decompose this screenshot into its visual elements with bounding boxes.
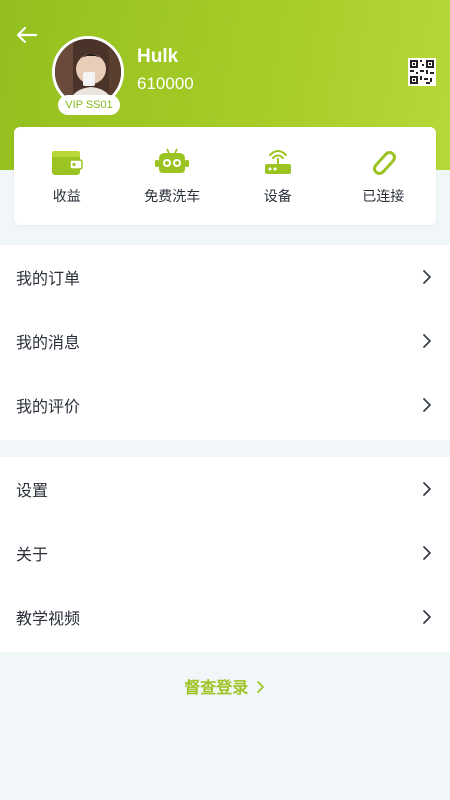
menu-item-tutorial-videos[interactable]: 教学视频: [0, 585, 450, 649]
user-id: 610000: [137, 74, 194, 93]
chevron-right-icon: [423, 270, 431, 284]
menu-item-my-messages[interactable]: 我的消息: [0, 309, 450, 373]
quick-action-label: 免费洗车: [144, 189, 201, 205]
menu-item-my-reviews[interactable]: 我的评价: [0, 373, 450, 437]
quick-action-label: 设备: [263, 189, 292, 205]
menu-group-general: 设置 关于 教学视频: [0, 457, 450, 652]
robot-car-wash-icon: [155, 148, 190, 173]
quick-action-connected[interactable]: 已连接: [331, 127, 437, 225]
menu-item-label: 我的消息: [16, 333, 81, 352]
chevron-right-icon: [423, 334, 431, 348]
chevron-right-icon: [423, 482, 431, 496]
chevron-right-icon: [256, 681, 264, 693]
back-arrow-icon[interactable]: [12, 20, 42, 50]
wallet-icon: [51, 151, 83, 175]
menu-item-settings[interactable]: 设置: [0, 457, 450, 521]
menu-item-label: 教学视频: [16, 609, 81, 628]
menu-item-label: 关于: [16, 545, 49, 564]
quick-action-label: 收益: [52, 189, 81, 205]
quick-actions-card: 收益 免费洗车 设备 已连接: [14, 127, 436, 225]
menu-item-label: 我的评价: [16, 397, 81, 416]
chevron-right-icon: [423, 546, 431, 560]
chevron-right-icon: [423, 610, 431, 624]
quick-action-free-wash[interactable]: 免费洗车: [120, 127, 226, 225]
inspector-login-label: 督查登录: [184, 678, 249, 697]
chevron-right-icon: [423, 398, 431, 412]
menu-item-label: 设置: [16, 481, 49, 500]
qr-code-icon[interactable]: [408, 58, 436, 86]
menu-item-my-orders[interactable]: 我的订单: [0, 245, 450, 309]
username: Hulk: [137, 46, 179, 67]
vip-badge: VIP SS01: [58, 95, 120, 115]
menu-item-about[interactable]: 关于: [0, 521, 450, 585]
quick-action-earnings[interactable]: 收益: [14, 127, 120, 225]
menu-group-account: 我的订单 我的消息 我的评价: [0, 245, 450, 440]
menu-item-label: 我的订单: [16, 269, 81, 288]
inspector-login-link[interactable]: 督查登录: [0, 674, 450, 698]
paperclip-link-icon: [373, 151, 397, 175]
quick-action-device[interactable]: 设备: [225, 127, 331, 225]
quick-action-label: 已连接: [362, 189, 405, 205]
router-device-icon: [264, 150, 291, 174]
